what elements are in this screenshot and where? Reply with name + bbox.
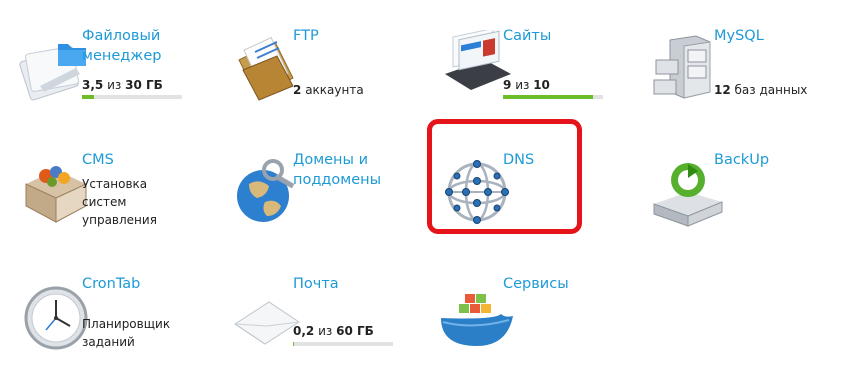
cms-title[interactable]: CMS <box>82 150 202 170</box>
sites-usage-bar <box>503 95 603 99</box>
ftp-count-label: аккаунта <box>305 83 364 97</box>
domains-title[interactable]: Домены и поддомены <box>293 150 413 190</box>
sites-sep: из <box>515 78 530 92</box>
sites-used: 9 <box>503 78 512 92</box>
cms-description: Установка систем управления <box>82 175 207 229</box>
file-manager-title[interactable]: Файловый менеджер <box>82 26 202 66</box>
sites-usage: 9 из 10 <box>503 76 628 94</box>
services-title[interactable]: Сервисы <box>503 274 623 294</box>
tile-backup[interactable]: BackUp <box>632 148 837 258</box>
tile-domains[interactable]: Домены и поддомены <box>211 148 416 258</box>
mail-title[interactable]: Почта <box>293 274 413 294</box>
mysql-count-value: 12 <box>714 83 731 97</box>
mysql-count-label: баз данных <box>734 83 808 97</box>
crontab-description: Планировщик заданий <box>82 315 207 351</box>
mysql-count: 12 баз данных <box>714 81 839 99</box>
sites-title[interactable]: Сайты <box>503 26 623 46</box>
file-manager-sep: из <box>107 78 122 92</box>
crontab-desc-line1: Планировщик <box>82 317 171 331</box>
file-manager-used: 3,5 <box>82 78 104 92</box>
dns-title[interactable]: DNS <box>503 150 623 170</box>
ftp-count-value: 2 <box>293 83 302 97</box>
file-manager-usage-bar <box>82 95 182 99</box>
tile-cms[interactable]: CMS Установка систем управления <box>0 148 205 258</box>
tile-mail[interactable]: Почта 0,2 из 60 ГБ <box>211 272 416 382</box>
mail-sep: из <box>318 324 333 338</box>
mail-usage-bar <box>293 342 393 346</box>
tile-dns[interactable]: DNS <box>421 148 626 258</box>
ftp-title[interactable]: FTP <box>293 26 413 46</box>
sites-usage-fill <box>503 95 593 99</box>
ftp-count: 2 аккаунта <box>293 81 418 99</box>
tile-crontab[interactable]: CronTab Планировщик заданий <box>0 272 205 382</box>
crontab-title[interactable]: CronTab <box>82 274 202 294</box>
mail-used: 0,2 <box>293 324 315 338</box>
file-manager-usage-fill <box>82 95 94 99</box>
domains-title-line1[interactable]: Домены и <box>293 150 413 170</box>
mail-usage: 0,2 из 60 ГБ <box>293 322 418 340</box>
sites-total: 10 <box>533 78 550 92</box>
file-manager-usage: 3,5 из 30 ГБ <box>82 76 207 94</box>
tile-ftp[interactable]: FTP 2 аккаунта <box>211 24 416 134</box>
file-manager-total: 30 ГБ <box>125 78 163 92</box>
crontab-desc-line2: заданий <box>82 335 135 349</box>
backup-title[interactable]: BackUp <box>714 150 834 170</box>
domains-title-line2[interactable]: поддомены <box>293 170 413 190</box>
file-manager-title-line1[interactable]: Файловый <box>82 26 202 46</box>
cms-desc-line1: Установка <box>82 177 148 191</box>
tile-mysql[interactable]: MySQL 12 баз данных <box>632 24 837 134</box>
tile-sites[interactable]: Сайты 9 из 10 <box>421 24 626 134</box>
tile-file-manager[interactable]: Файловый менеджер 3,5 из 30 ГБ <box>0 24 205 134</box>
file-manager-title-line2[interactable]: менеджер <box>82 46 202 66</box>
cms-desc-line3: управления <box>82 213 157 227</box>
mysql-title[interactable]: MySQL <box>714 26 834 46</box>
tile-services[interactable]: Сервисы <box>421 272 626 382</box>
mail-total: 60 ГБ <box>336 324 374 338</box>
cms-desc-line2: систем <box>82 195 127 209</box>
